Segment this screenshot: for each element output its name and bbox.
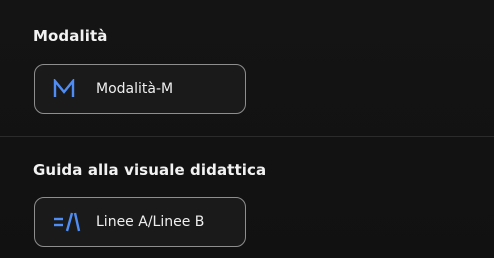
mode-section-title: Modalità <box>33 27 108 45</box>
guide-button-label: Linee A/Linee B <box>96 214 205 230</box>
settings-panel: Modalità Modalità-M Guida alla visuale d… <box>0 0 494 258</box>
mode-select-button[interactable]: Modalità-M <box>34 64 246 114</box>
mode-button-label: Modalità-M <box>96 81 174 97</box>
lines-icon <box>53 210 83 234</box>
m-letter-icon <box>53 77 83 101</box>
guide-select-button[interactable]: Linee A/Linee B <box>34 197 246 247</box>
section-divider <box>0 136 494 137</box>
guide-section-title: Guida alla visuale didattica <box>33 161 267 179</box>
